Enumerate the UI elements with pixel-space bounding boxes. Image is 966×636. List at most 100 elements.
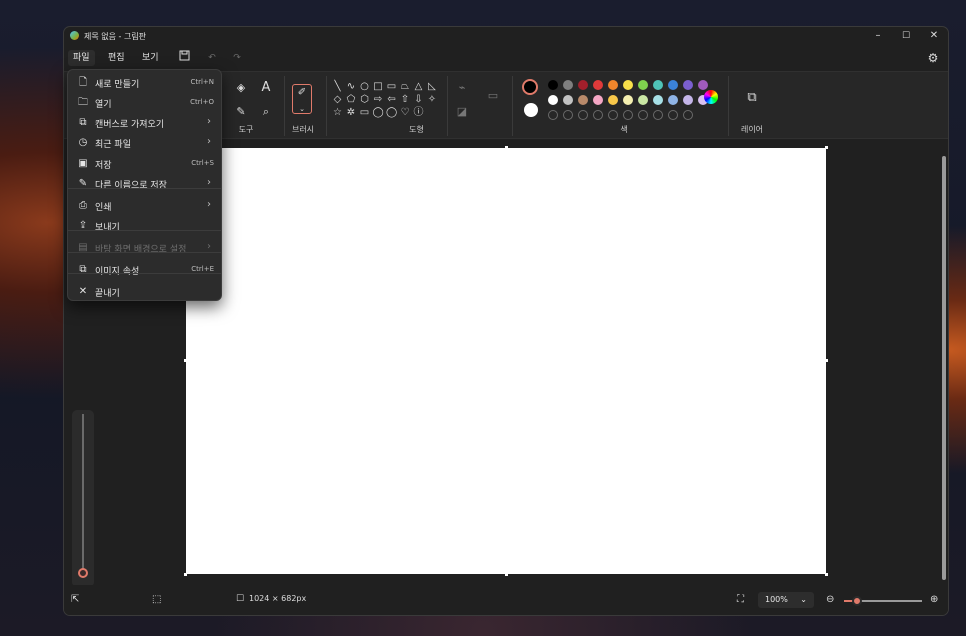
custom-color-slot[interactable] bbox=[608, 110, 618, 120]
color-swatch[interactable] bbox=[668, 95, 678, 105]
text-tool-icon[interactable]: A bbox=[258, 80, 274, 96]
primary-color[interactable] bbox=[522, 79, 538, 95]
color-swatch[interactable] bbox=[623, 80, 633, 90]
zoom-slider-knob[interactable] bbox=[852, 596, 863, 606]
file-menu-item[interactable]: 🗀 열기 Ctrl+O bbox=[71, 94, 219, 112]
shape-tool[interactable]: ⬠ bbox=[346, 94, 357, 105]
file-menu-item[interactable]: ⇪ 보내기 bbox=[71, 217, 219, 235]
file-menu-item[interactable]: ✕ 끝내기 bbox=[71, 283, 219, 301]
color-swatch[interactable] bbox=[683, 95, 693, 105]
shape-tool[interactable]: ╲ bbox=[332, 81, 343, 92]
shape-tool[interactable]: ◯ bbox=[386, 107, 397, 118]
file-menu-item[interactable]: ◷ 최근 파일 › bbox=[71, 134, 219, 152]
shape-tool[interactable]: □ bbox=[373, 81, 384, 92]
fit-to-window-icon[interactable]: ⛶ bbox=[737, 594, 744, 605]
color-swatch[interactable] bbox=[578, 95, 588, 105]
file-menu-item[interactable]: ⎙ 인쇄 › bbox=[71, 197, 219, 215]
shape-tool[interactable]: △ bbox=[413, 81, 424, 92]
shape-tool[interactable]: ◺ bbox=[427, 81, 438, 92]
color-picker-icon[interactable]: ✎ bbox=[233, 104, 249, 120]
shape-tool[interactable]: ⏢ bbox=[400, 81, 411, 92]
color-swatch[interactable] bbox=[548, 80, 558, 90]
secondary-color[interactable] bbox=[524, 103, 538, 117]
gear-icon[interactable]: ⚙ bbox=[924, 50, 942, 66]
custom-color-slot[interactable] bbox=[638, 110, 648, 120]
shape-tool[interactable]: ◇ bbox=[332, 94, 343, 105]
redo-icon[interactable]: ↷ bbox=[228, 50, 246, 66]
shape-tool[interactable]: ⬡ bbox=[359, 94, 370, 105]
custom-color-slot[interactable] bbox=[668, 110, 678, 120]
shape-tool[interactable]: ✲ bbox=[346, 107, 357, 118]
shape-tool[interactable]: ☆ bbox=[332, 107, 343, 118]
resize-handle[interactable] bbox=[825, 573, 828, 576]
color-swatch[interactable] bbox=[638, 95, 648, 105]
menu-edit[interactable]: 편집 bbox=[103, 50, 130, 66]
file-menu-item[interactable]: ⧉ 이미지 속성 Ctrl+E bbox=[71, 261, 219, 279]
shape-tool[interactable]: ♡ bbox=[400, 107, 411, 118]
menu-file[interactable]: 파일 bbox=[68, 50, 95, 66]
color-swatch[interactable] bbox=[638, 80, 648, 90]
custom-color-slot[interactable] bbox=[593, 110, 603, 120]
color-swatch[interactable] bbox=[653, 80, 663, 90]
custom-color-slot[interactable] bbox=[578, 110, 588, 120]
shape-options-icon[interactable]: ▭ bbox=[485, 88, 501, 104]
file-menu-item[interactable]: 🗋 새로 만들기 Ctrl+N bbox=[71, 74, 219, 92]
custom-color-slot[interactable] bbox=[653, 110, 663, 120]
shape-tool[interactable]: ⇦ bbox=[386, 94, 397, 105]
shape-tool[interactable]: ⇨ bbox=[373, 94, 384, 105]
shape-tool[interactable]: ✧ bbox=[427, 94, 438, 105]
resize-handle[interactable] bbox=[184, 359, 187, 362]
custom-color-slot[interactable] bbox=[563, 110, 573, 120]
fill-bucket-icon[interactable]: ◈ bbox=[233, 80, 249, 96]
shape-tool[interactable]: ◯ bbox=[373, 107, 384, 118]
color-swatch[interactable] bbox=[698, 80, 708, 90]
custom-color-slot[interactable] bbox=[548, 110, 558, 120]
resize-handle[interactable] bbox=[184, 573, 187, 576]
shape-tool[interactable]: ⇧ bbox=[400, 94, 411, 105]
custom-color-slot[interactable] bbox=[623, 110, 633, 120]
edit-colors-icon[interactable] bbox=[704, 90, 718, 104]
shape-tool[interactable]: ▭ bbox=[359, 107, 370, 118]
scrollbar-thumb[interactable] bbox=[942, 156, 946, 580]
color-swatch[interactable] bbox=[563, 80, 573, 90]
zoom-in-icon[interactable]: ⊕ bbox=[930, 594, 938, 605]
color-swatch[interactable] bbox=[653, 95, 663, 105]
brush-size-slider[interactable] bbox=[72, 410, 94, 587]
color-swatch[interactable] bbox=[608, 95, 618, 105]
minimize-button[interactable]: – bbox=[864, 27, 892, 45]
color-swatch[interactable] bbox=[563, 95, 573, 105]
magnifier-icon[interactable]: ⌕ bbox=[258, 104, 274, 120]
drawing-canvas[interactable] bbox=[186, 148, 826, 574]
resize-handle[interactable] bbox=[825, 146, 828, 149]
slider-knob[interactable] bbox=[78, 568, 88, 578]
fill-shape-icon[interactable]: ◪ bbox=[454, 104, 470, 120]
zoom-select[interactable]: 100% ⌄ bbox=[758, 592, 814, 608]
shape-tool[interactable]: ⇩ bbox=[413, 94, 424, 105]
shape-tool[interactable]: ∿ bbox=[346, 81, 357, 92]
custom-color-slot[interactable] bbox=[683, 110, 693, 120]
color-swatch[interactable] bbox=[683, 80, 693, 90]
file-menu-item[interactable]: ⧉ 캔버스로 가져오기 › bbox=[71, 114, 219, 132]
vertical-scrollbar[interactable] bbox=[942, 144, 946, 584]
layers-icon[interactable]: ⧉ bbox=[744, 90, 760, 106]
save-icon[interactable] bbox=[175, 50, 193, 66]
color-swatch[interactable] bbox=[623, 95, 633, 105]
menu-view[interactable]: 보기 bbox=[137, 50, 164, 66]
file-menu-item[interactable]: ✎ 다른 이름으로 저장 › bbox=[71, 175, 219, 193]
outline-icon[interactable]: ⌁ bbox=[454, 80, 470, 96]
resize-handle[interactable] bbox=[505, 146, 508, 149]
resize-handle[interactable] bbox=[825, 359, 828, 362]
color-swatch[interactable] bbox=[593, 80, 603, 90]
undo-icon[interactable]: ↶ bbox=[203, 50, 221, 66]
resize-handle[interactable] bbox=[505, 573, 508, 576]
zoom-out-icon[interactable]: ⊖ bbox=[826, 594, 834, 605]
shape-tool[interactable]: ⓘ bbox=[413, 107, 424, 118]
maximize-button[interactable]: ☐ bbox=[892, 27, 920, 45]
color-swatch[interactable] bbox=[668, 80, 678, 90]
shape-tool[interactable]: ○ bbox=[359, 81, 370, 92]
shape-tool[interactable]: ▭ bbox=[386, 81, 397, 92]
color-swatch[interactable] bbox=[578, 80, 588, 90]
color-swatch[interactable] bbox=[593, 95, 603, 105]
file-menu-item[interactable]: ▣ 저장 Ctrl+S bbox=[71, 155, 219, 173]
close-button[interactable]: ✕ bbox=[920, 27, 948, 45]
